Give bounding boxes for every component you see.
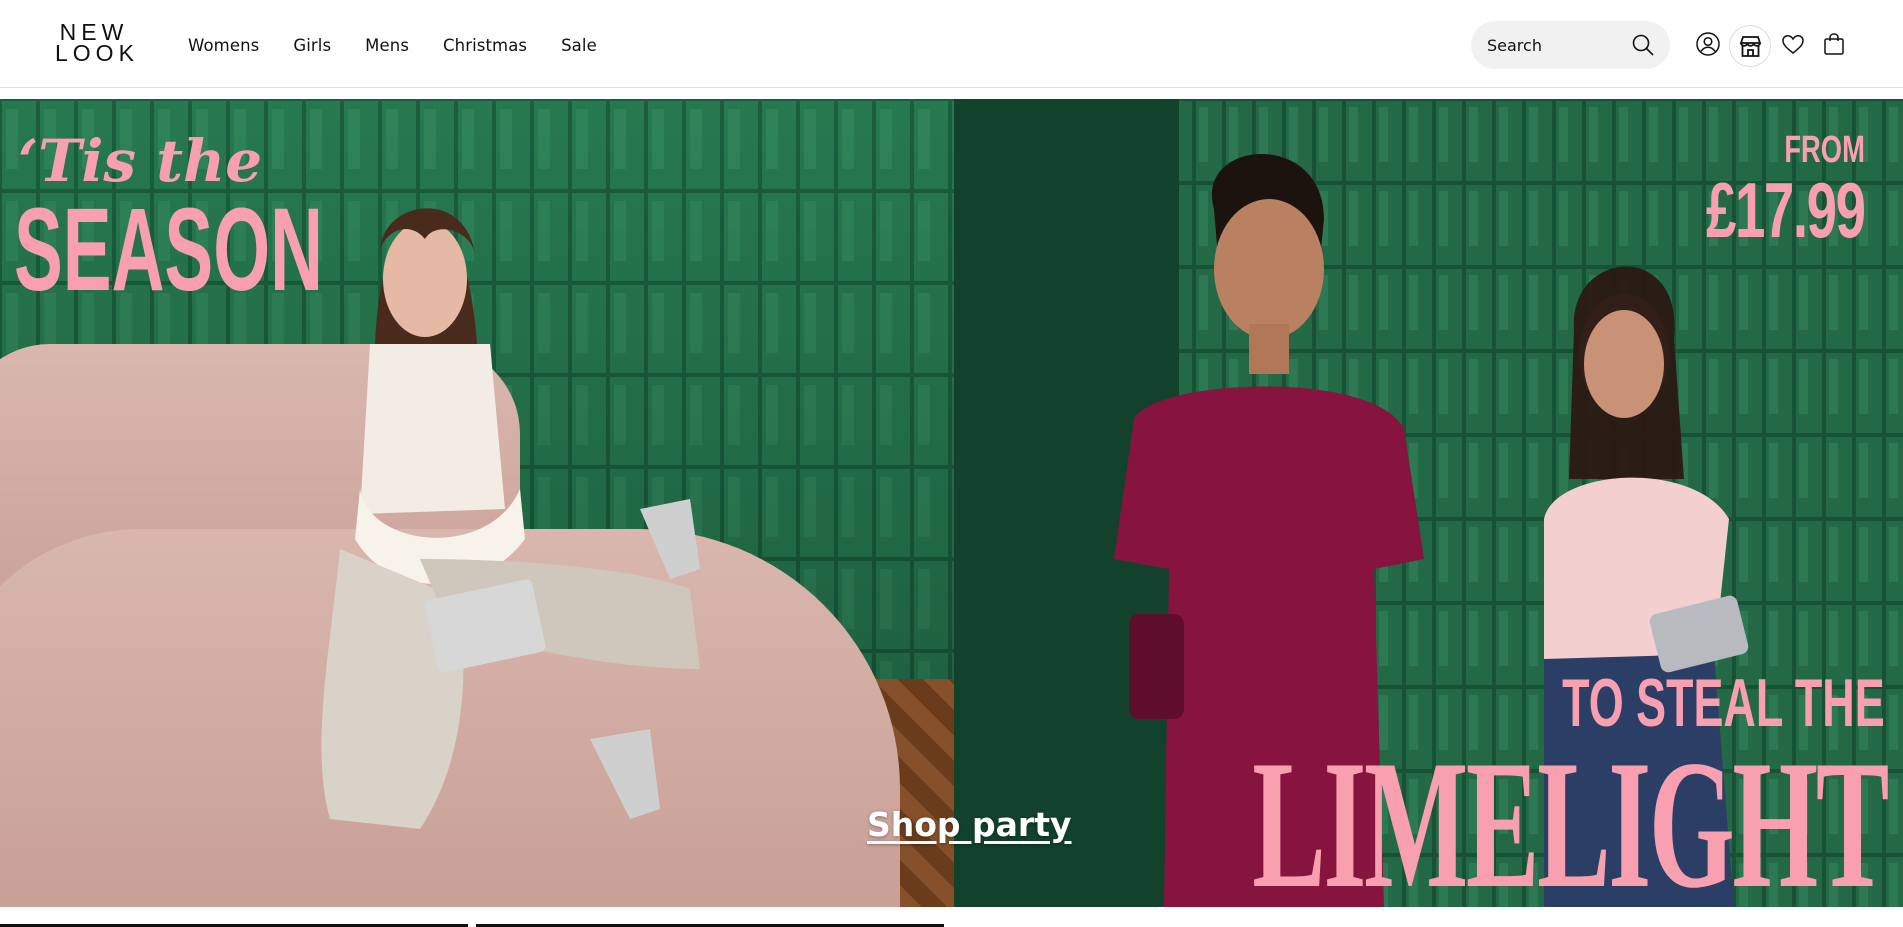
search-box	[1471, 21, 1670, 69]
shop-party-link[interactable]: Shop party	[867, 805, 1072, 844]
store-locator-button[interactable]	[1729, 25, 1771, 67]
hero-panel-left: ‘Tis the SEASON	[0, 99, 954, 907]
nav-item-sale[interactable]: Sale	[561, 36, 597, 55]
logo-line-2: LOOK	[55, 40, 139, 66]
hero-banner[interactable]: ‘Tis the SEASON FROM £17.99 TO STEAL THE…	[0, 99, 1903, 907]
price-value: £17.99	[1706, 166, 1866, 254]
main-nav: Womens Girls Mens Christmas Sale	[188, 36, 631, 55]
store-icon	[1739, 36, 1762, 57]
brand-logo[interactable]: NEW LOOK	[55, 21, 139, 66]
nav-item-girls[interactable]: Girls	[293, 36, 331, 55]
nav-item-mens[interactable]: Mens	[365, 36, 409, 55]
site-header: NEW LOOK Womens Girls Mens Christmas Sal…	[0, 0, 1903, 88]
hero-panel-right: FROM £17.99 TO STEAL THE LIMELIGHT	[954, 99, 1903, 907]
model-left-figure	[321, 208, 700, 829]
shopping-bag-icon[interactable]	[1821, 31, 1847, 57]
wishlist-heart-icon[interactable]	[1780, 31, 1806, 57]
hero-left-headline: SEASON	[14, 184, 323, 316]
nav-item-christmas[interactable]: Christmas	[443, 36, 527, 55]
search-input[interactable]	[1487, 33, 1627, 57]
account-icon[interactable]	[1695, 31, 1721, 57]
search-icon[interactable]	[1631, 33, 1655, 57]
hero-right-headline: LIMELIGHT	[1252, 722, 1889, 907]
nav-item-womens[interactable]: Womens	[188, 36, 259, 55]
